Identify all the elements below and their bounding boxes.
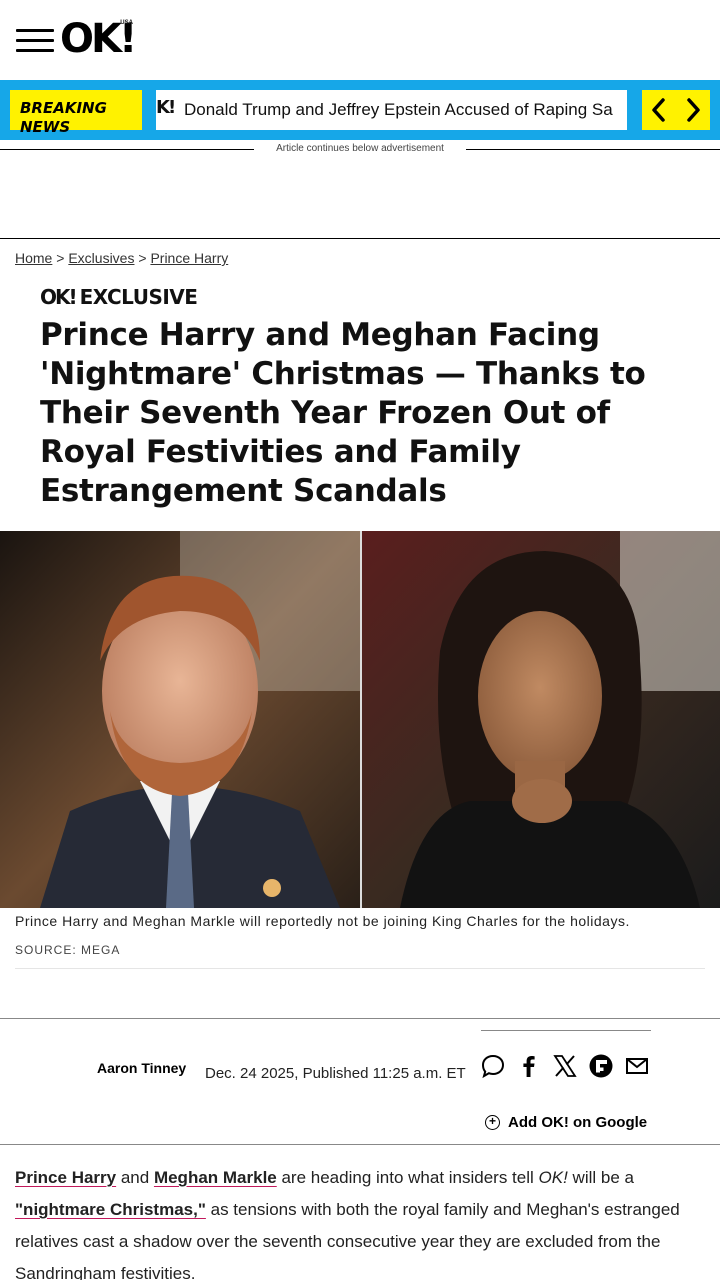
site-logo[interactable]: OK! USA xyxy=(60,16,137,62)
chevron-right-icon[interactable] xyxy=(684,97,702,123)
x-icon[interactable] xyxy=(552,1053,578,1079)
ticker-headline[interactable]: Donald Trump and Jeffrey Epstein Accused… xyxy=(184,100,613,120)
ok-logo-icon: OK! xyxy=(40,285,78,309)
flipboard-icon[interactable] xyxy=(588,1053,614,1079)
add-circle-icon: + xyxy=(485,1115,500,1130)
exclusive-tag: OK! EXCLUSIVE xyxy=(40,285,198,309)
author-name[interactable]: Aaron Tinney xyxy=(97,1060,186,1076)
link-prince-harry[interactable]: Prince Harry xyxy=(15,1168,116,1187)
image-caption: Prince Harry and Meghan Markle will repo… xyxy=(15,913,630,929)
email-icon[interactable] xyxy=(624,1053,650,1079)
byline-divider-top xyxy=(0,1018,720,1019)
byline-divider-bottom xyxy=(0,1144,720,1145)
hero-image[interactable] xyxy=(0,531,720,908)
add-ok-on-google-button[interactable]: + Add OK! on Google xyxy=(485,1114,647,1131)
chevron-left-icon[interactable] xyxy=(650,97,668,123)
caption-divider xyxy=(15,968,705,969)
publish-date: Dec. 24 2025, Published 11:25 a.m. ET xyxy=(205,1065,466,1082)
link-nightmare-christmas[interactable]: "nightmare Christmas," xyxy=(15,1200,206,1219)
share-icons xyxy=(480,1053,650,1079)
hero-photo xyxy=(0,531,720,908)
article-paragraph: Prince Harry and Meghan Markle are headi… xyxy=(15,1168,680,1280)
image-source: SOURCE: MEGA xyxy=(15,943,121,957)
menu-icon[interactable] xyxy=(16,26,54,54)
article-headline: Prince Harry and Meghan Facing 'Nightmar… xyxy=(40,317,646,509)
comment-icon[interactable] xyxy=(480,1053,506,1079)
breadcrumb-prince-harry[interactable]: Prince Harry xyxy=(150,250,228,266)
share-divider xyxy=(481,1030,651,1031)
site-header: OK! USA xyxy=(0,0,720,80)
breadcrumb-exclusives[interactable]: Exclusives xyxy=(68,250,134,266)
link-meghan-markle[interactable]: Meghan Markle xyxy=(154,1168,277,1187)
ad-notice: Article continues below advertisement xyxy=(254,142,466,156)
breaking-news-bar: BREAKING NEWS K! Donald Trump and Jeffre… xyxy=(0,80,720,140)
ticker-controls xyxy=(642,90,710,130)
breadcrumb: Home > Exclusives > Prince Harry xyxy=(15,250,229,266)
ok-logo-icon: K! xyxy=(156,97,176,118)
breaking-news-ticker[interactable]: K! Donald Trump and Jeffrey Epstein Accu… xyxy=(156,90,627,130)
breadcrumb-home[interactable]: Home xyxy=(15,250,52,266)
facebook-icon[interactable] xyxy=(516,1053,542,1079)
ad-bottom-divider xyxy=(0,238,720,239)
breaking-news-label: BREAKING NEWS xyxy=(10,90,142,136)
